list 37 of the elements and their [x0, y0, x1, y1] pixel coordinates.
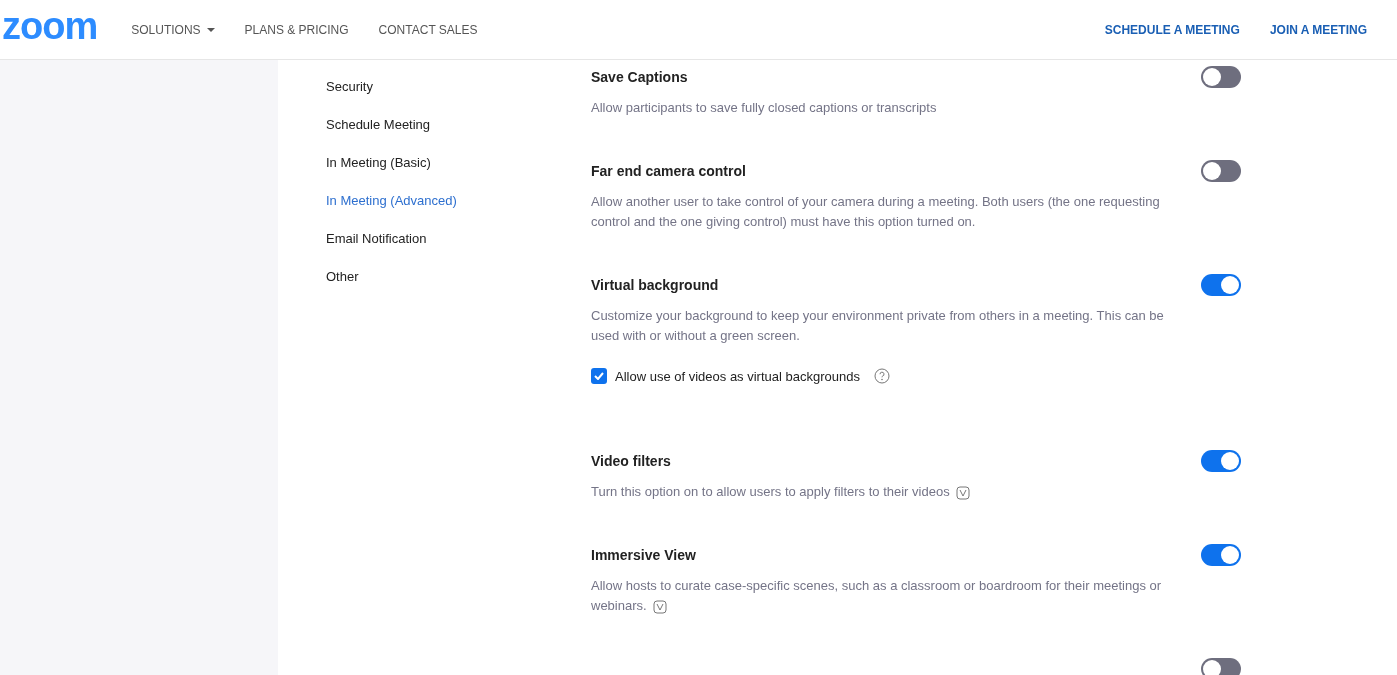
- setting-description: Allow another user to take control of your camera during a meeting. Both users (the one requesting control and the one giving control) must have this option turned on.: [591, 193, 1161, 231]
- setting-description: Allow hosts to curate case-specific scenes, such as a classroom or boardroom for their meetings or webinars.: [591, 577, 1163, 616]
- header-link[interactable]: JOIN A MEETING: [1269, 22, 1367, 37]
- toggle-knob: [1221, 276, 1239, 294]
- setting-description: Turn this option on to allow users to apply filters to their videos: [591, 482, 1186, 502]
- setting-title: Virtual background: [591, 277, 719, 293]
- setting-title: Immersive View: [591, 547, 696, 563]
- toggle-knob: [1203, 162, 1221, 180]
- check-icon: [594, 372, 604, 380]
- sidebar-item[interactable]: In Meeting (Advanced): [326, 192, 586, 210]
- nav-link[interactable]: CONTACT SALES: [378, 22, 478, 37]
- nav-link[interactable]: SOLUTIONS: [131, 22, 215, 37]
- toggle-switch[interactable]: [1201, 160, 1241, 182]
- setting-description: Allow participants to save fully closed captions or transcripts: [591, 99, 938, 117]
- sidebar-item[interactable]: Security: [326, 78, 586, 96]
- setting-description: Customize your background to keep your environment private from others in a meeting. This can be used with or without a green screen.: [591, 307, 1165, 345]
- sidebar-item[interactable]: Other: [326, 268, 586, 286]
- toggle-switch[interactable]: [1201, 450, 1241, 472]
- sidebar-item[interactable]: Email Notification: [326, 230, 586, 248]
- setting-title: Save Captions: [591, 69, 688, 85]
- toggle-switch[interactable]: [1201, 66, 1241, 88]
- toggle-switch[interactable]: [1201, 658, 1241, 675]
- checkbox[interactable]: [591, 368, 607, 384]
- toggle-knob: [1221, 546, 1239, 564]
- toggle-knob: [1203, 660, 1221, 675]
- toggle-knob: [1203, 68, 1221, 86]
- toggle-knob: [1221, 452, 1239, 470]
- toggle-switch[interactable]: [1201, 274, 1241, 296]
- checkbox-label: Allow use of videos as virtual backgrounds: [615, 368, 860, 384]
- help-icon[interactable]: [873, 368, 890, 384]
- nav-link[interactable]: PLANS & PRICING: [244, 22, 349, 37]
- setting-title: Far end camera control: [591, 163, 746, 179]
- toggle-switch[interactable]: [1201, 544, 1241, 566]
- setting-title: Video filters: [591, 453, 671, 469]
- sidebar-item[interactable]: Schedule Meeting: [326, 116, 586, 134]
- sidebar-item[interactable]: In Meeting (Basic): [326, 154, 586, 172]
- header-link[interactable]: SCHEDULE A MEETING: [1104, 22, 1240, 37]
